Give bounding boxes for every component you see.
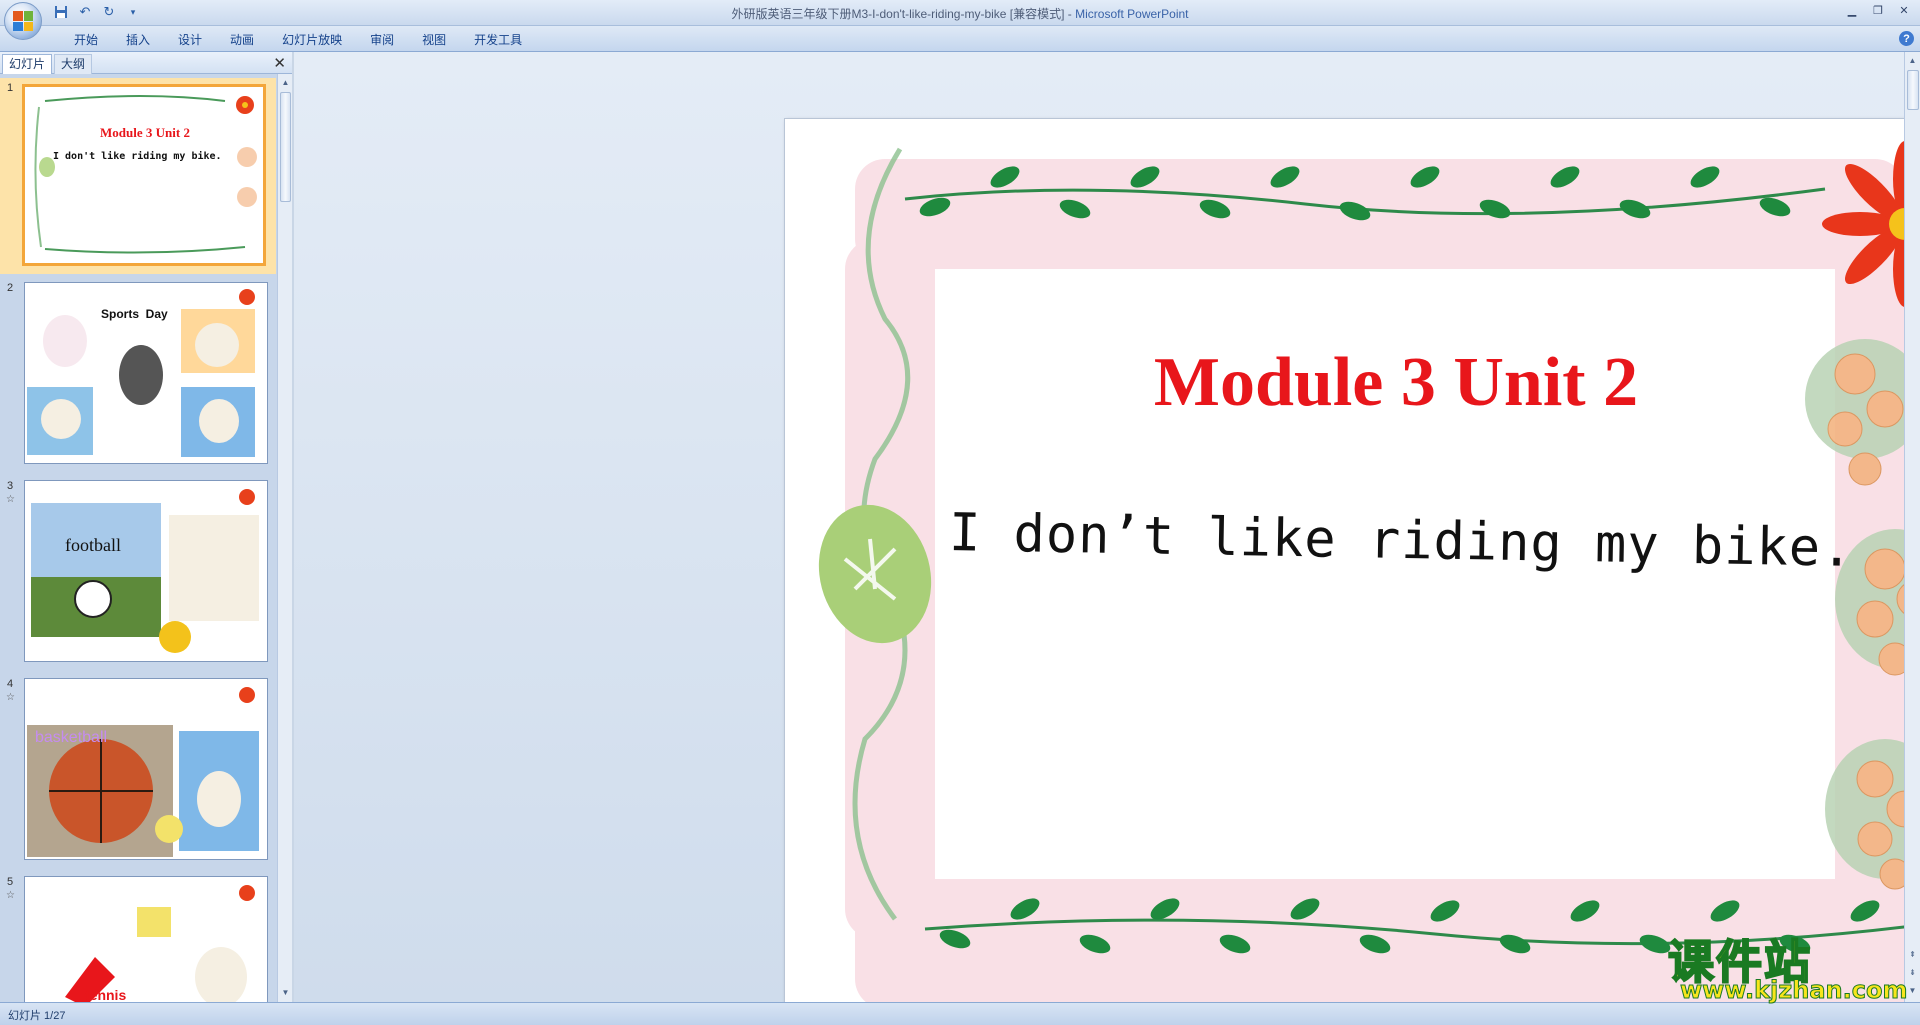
tab-insert[interactable]: 插入 <box>112 31 164 49</box>
tab-slides[interactable]: 幻灯片 <box>2 54 53 74</box>
office-button[interactable] <box>4 2 42 40</box>
slide-editing-area: Module 3 Unit 2 I don’t like riding my b… <box>294 52 1920 1025</box>
tab-outline[interactable]: 大纲 <box>54 54 93 74</box>
scroll-up-icon[interactable]: ▲ <box>280 76 291 88</box>
thumbnail-label: tennis <box>85 987 127 1002</box>
scroll-thumb[interactable] <box>1907 70 1919 110</box>
tab-view[interactable]: 视图 <box>408 31 460 49</box>
close-icon[interactable]: ✕ <box>1892 2 1916 18</box>
scroll-up-icon[interactable]: ▲ <box>1907 54 1918 66</box>
tennis-art <box>65 885 255 1002</box>
thumbnail-title: Module 3 Unit 2 <box>100 125 190 140</box>
window-controls: ▁ ❐ ✕ <box>1840 2 1916 18</box>
help-icon[interactable]: ? <box>1899 31 1914 46</box>
app-name: Microsoft PowerPoint <box>1075 7 1189 21</box>
site-watermark: 课件站 www.kjzhan.com <box>1667 926 1908 1006</box>
thumbnail-preview: tennis <box>24 876 268 1002</box>
scroll-thumb[interactable] <box>280 92 291 202</box>
slide-counter: 幻灯片 1/27 <box>8 1010 66 1022</box>
slide-thumbnail-1[interactable]: 1 Module 3 Unit 2 I don't like riding my… <box>0 78 276 274</box>
title-bar: ↶ ↻ ▾ 外研版英语三年级下册M3-I-don't-like-riding-m… <box>0 0 1920 40</box>
thumbnail-number: 5 <box>7 876 14 888</box>
animation-star-icon: ☆ <box>6 692 15 703</box>
thumbnail-number: 2 <box>7 282 14 294</box>
tab-review[interactable]: 审阅 <box>356 31 408 49</box>
tab-home[interactable]: 开始 <box>60 31 112 49</box>
thumbnail-border-art <box>34 95 257 254</box>
watermark-url: www.kjzhan.com <box>1679 976 1908 1005</box>
office-logo-icon <box>13 11 33 31</box>
window-title: 外研版英语三年级下册M3-I-don't-like-riding-my-bike… <box>0 5 1920 22</box>
slide-thumbnail-4[interactable]: 4 ☆ basketball <box>0 674 276 870</box>
thumbnail-list[interactable]: 1 Module 3 Unit 2 I don't like riding my… <box>0 74 276 1002</box>
animation-star-icon: ☆ <box>6 494 15 505</box>
thumbnail-label: football <box>65 535 121 555</box>
thumbnail-number: 3 <box>7 480 14 492</box>
tab-animations[interactable]: 动画 <box>216 31 268 49</box>
slide-title[interactable]: Module 3 Unit 2 <box>785 343 1920 423</box>
slide-thumbnail-3[interactable]: 3 ☆ football <box>0 476 276 672</box>
minimize-icon[interactable]: ▁ <box>1840 2 1864 18</box>
basketball-art <box>27 687 259 857</box>
animation-star-icon: ☆ <box>6 890 15 901</box>
scroll-down-icon[interactable]: ▼ <box>1907 984 1918 996</box>
thumbnail-label: Sports Day <box>101 307 168 321</box>
tab-slideshow[interactable]: 幻灯片放映 <box>268 31 356 49</box>
scroll-down-icon[interactable]: ▼ <box>280 986 291 998</box>
previous-slide-icon[interactable]: ⇞ <box>1907 948 1918 960</box>
slide-thumbnail-5[interactable]: 5 ☆ tennis <box>0 872 276 1002</box>
ribbon-tabs: 开始 插入 设计 动画 幻灯片放映 审阅 视图 开发工具 ? <box>0 26 1920 52</box>
thumbnail-label: basketball <box>35 729 108 746</box>
tab-developer[interactable]: 开发工具 <box>460 31 536 49</box>
thumbnail-number: 4 <box>7 678 14 690</box>
slide-thumbnail-2[interactable]: 2 Sports Day <box>0 278 276 474</box>
status-bar: 幻灯片 1/27 <box>0 1002 1920 1025</box>
thumbnail-preview: Module 3 Unit 2 I don't like riding my b… <box>22 84 266 266</box>
thumbnail-subtitle: I don't like riding my bike. <box>53 151 222 162</box>
close-panel-icon[interactable]: ✕ <box>273 54 286 72</box>
slide-scrollbar[interactable]: ▲ ⇞ ⇟ ▼ <box>1904 52 1920 1002</box>
slides-panel: 幻灯片 大纲 ✕ 1 Module 3 Unit 2 I don't like <box>0 52 292 1002</box>
next-slide-icon[interactable]: ⇟ <box>1907 966 1918 978</box>
current-slide[interactable]: Module 3 Unit 2 I don’t like riding my b… <box>784 118 1920 1025</box>
thumbnail-number: 1 <box>7 82 14 94</box>
thumbnail-preview: Sports Day <box>24 282 268 464</box>
panel-tabs: 幻灯片 大纲 ✕ <box>0 52 292 74</box>
thumbnail-scrollbar[interactable]: ▲ ▼ <box>277 74 292 1002</box>
tab-design[interactable]: 设计 <box>164 31 216 49</box>
football-art <box>31 489 259 653</box>
thumbnail-preview: basketball <box>24 678 268 860</box>
thumbnail-preview: football <box>24 480 268 662</box>
restore-icon[interactable]: ❐ <box>1866 2 1890 18</box>
document-title: 外研版英语三年级下册M3-I-don't-like-riding-my-bike… <box>731 7 1076 21</box>
